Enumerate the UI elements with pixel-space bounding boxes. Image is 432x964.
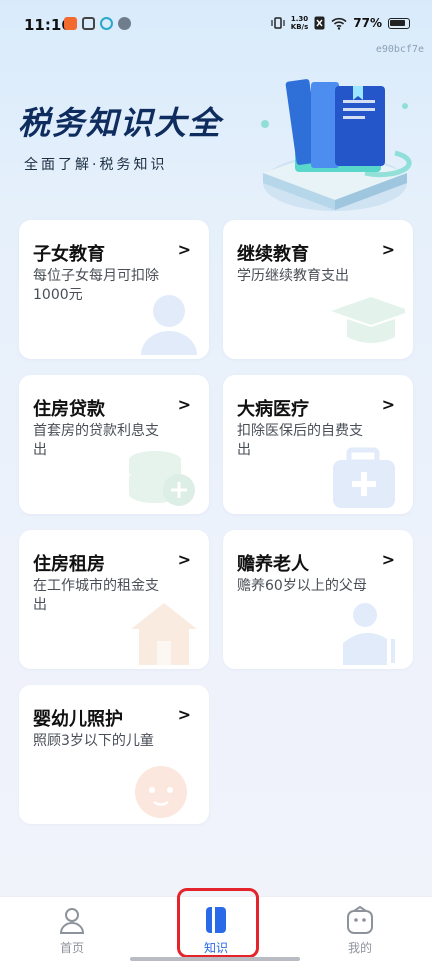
card-title: 继续教育 bbox=[237, 244, 309, 265]
card-title: 住房贷款 bbox=[33, 399, 105, 420]
device-id: e90bcf7e bbox=[375, 44, 424, 55]
link-notification-icon bbox=[118, 17, 131, 30]
card-continuing-education[interactable]: 继续教育 > 学历继续教育支出 bbox=[223, 220, 413, 359]
chevron-right-icon: > bbox=[381, 395, 395, 414]
vibrate-icon bbox=[271, 17, 285, 29]
card-title: 住房租房 bbox=[33, 554, 105, 575]
network-speed: 1.30 KB/s bbox=[291, 15, 308, 31]
person-icon bbox=[59, 908, 85, 934]
card-description: 照顾3岁以下的儿童 bbox=[33, 733, 154, 749]
mail-notification-icon bbox=[82, 17, 95, 30]
chevron-right-icon: > bbox=[177, 240, 191, 259]
home-indicator[interactable] bbox=[130, 957, 300, 961]
chevron-right-icon: > bbox=[177, 550, 191, 569]
card-serious-illness[interactable]: 大病医疗 > 扣除医保后的自费支出 bbox=[223, 375, 413, 514]
network-speed-value: 1.30 bbox=[290, 15, 309, 23]
card-elderly-support[interactable]: 赡养老人 > 赡养60岁以上的父母 bbox=[223, 530, 413, 669]
battery-icon bbox=[388, 17, 410, 29]
app-notification-icon bbox=[64, 17, 77, 30]
notification-icons bbox=[64, 17, 131, 30]
nav-label: 我的 bbox=[347, 941, 372, 955]
card-child-education[interactable]: 子女教育 > 每位子女每月可扣除1000元 bbox=[19, 220, 209, 359]
chevron-right-icon: > bbox=[177, 705, 191, 724]
child-icon bbox=[141, 295, 197, 355]
network-speed-unit: KB/s bbox=[290, 23, 309, 31]
card-title: 赡养老人 bbox=[237, 554, 309, 575]
medical-kit-icon bbox=[333, 447, 395, 508]
card-title: 子女教育 bbox=[33, 244, 105, 265]
page-subtitle: 全面了解·税务知识 bbox=[24, 157, 168, 173]
chevron-right-icon: > bbox=[381, 240, 395, 259]
card-infant-care[interactable]: 婴幼儿照护 > 照顾3岁以下的儿童 bbox=[19, 685, 209, 824]
elderly-icon bbox=[343, 603, 395, 665]
coins-icon bbox=[129, 451, 195, 506]
status-bar: 11:16 1.30 KB/s 77% bbox=[0, 0, 432, 50]
sync-notification-icon bbox=[100, 17, 113, 30]
card-description: 赡养60岁以上的父母 bbox=[237, 578, 367, 594]
graduation-cap-icon bbox=[331, 297, 405, 343]
house-icon bbox=[131, 603, 197, 665]
books-illustration-icon bbox=[261, 79, 412, 211]
profile-face-icon bbox=[347, 905, 373, 934]
active-tab-highlight bbox=[177, 888, 259, 958]
wifi-icon bbox=[331, 17, 347, 30]
baby-icon bbox=[135, 766, 187, 818]
page-title: 税务知识大全 bbox=[18, 104, 223, 142]
card-housing-rent[interactable]: 住房租房 > 在工作城市的租金支出 bbox=[19, 530, 209, 669]
card-title: 婴幼儿照护 bbox=[33, 709, 123, 730]
card-title: 大病医疗 bbox=[237, 399, 309, 420]
card-description: 学历继续教育支出 bbox=[237, 268, 349, 284]
status-right: 1.30 KB/s 77% bbox=[271, 15, 410, 31]
battery-level: 77% bbox=[353, 16, 382, 30]
nav-home[interactable]: 首页 bbox=[32, 897, 112, 964]
card-housing-loan[interactable]: 住房贷款 > 首套房的贷款利息支出 bbox=[19, 375, 209, 514]
nav-mine[interactable]: 我的 bbox=[320, 897, 400, 964]
chevron-right-icon: > bbox=[381, 550, 395, 569]
nav-label: 首页 bbox=[59, 941, 84, 955]
chevron-right-icon: > bbox=[177, 395, 191, 414]
sim-off-icon bbox=[314, 16, 325, 30]
